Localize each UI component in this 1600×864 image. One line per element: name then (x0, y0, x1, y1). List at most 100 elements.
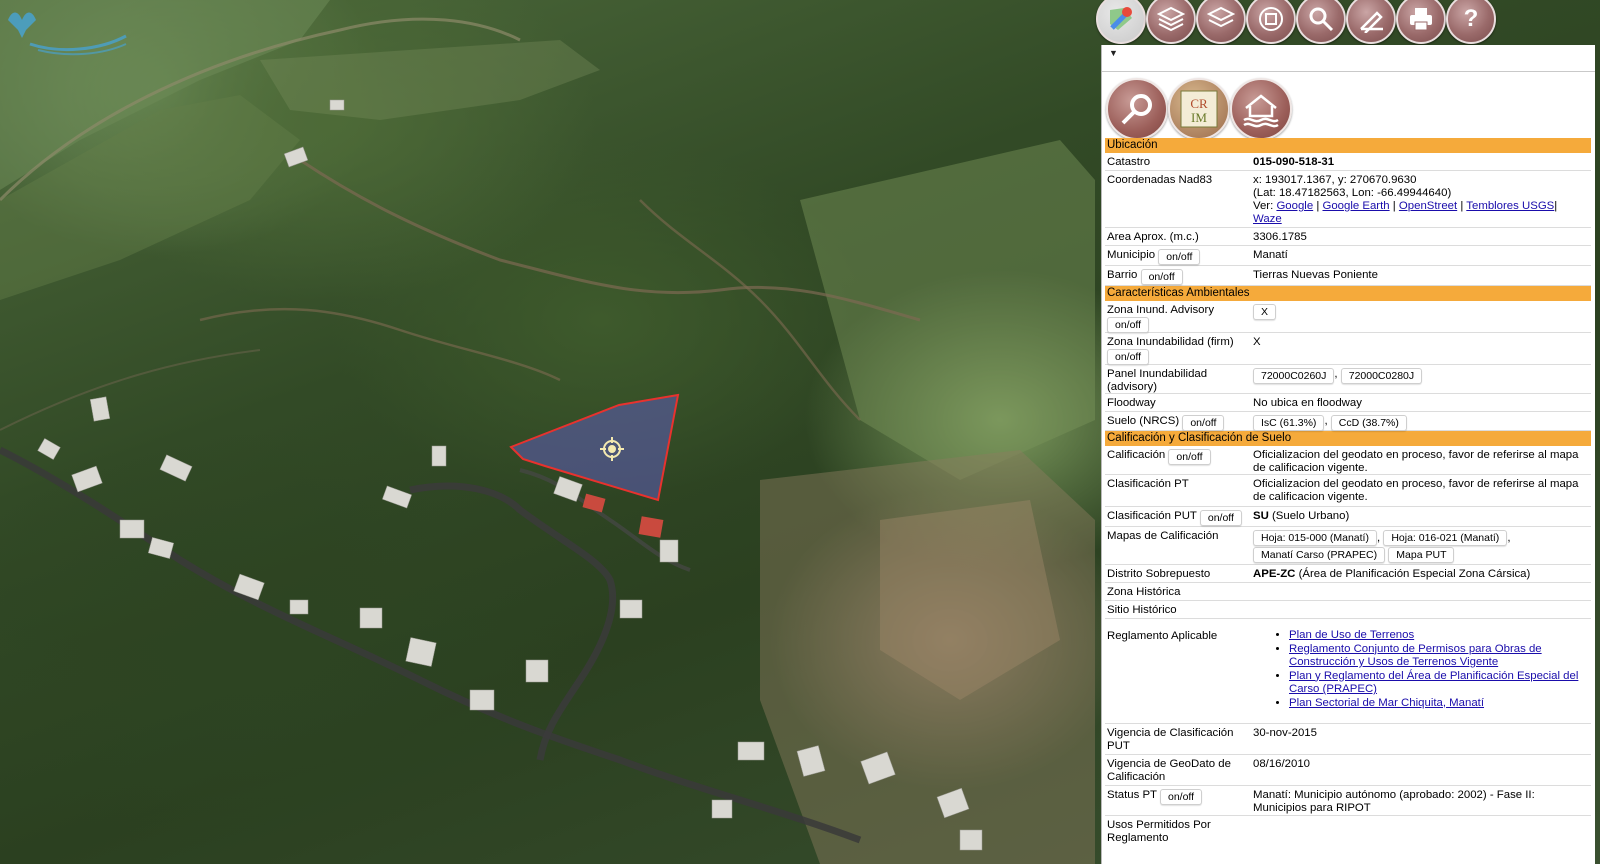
catastro-value: 015-090-518-31 (1253, 156, 1335, 168)
zona-advisory-value: X (1253, 304, 1587, 320)
calificacion-value: Oficializacion del geodato en proceso, f… (1253, 449, 1579, 474)
map-carso-chip[interactable]: Manatí Carso (PRAPEC) (1253, 547, 1386, 563)
clasif-pt-value: Oficializacion del geodato en proceso, f… (1253, 478, 1579, 503)
usos-label: Usos Permitidos Por Reglamento (1107, 819, 1211, 844)
chip-separator: , (1324, 415, 1328, 427)
globe-coordinates-icon[interactable] (1246, 0, 1296, 44)
sitio-historico-label: Sitio Histórico (1107, 604, 1177, 616)
draw-measure-icon[interactable] (1346, 0, 1396, 44)
catastro-label: Catastro (1107, 156, 1151, 168)
status-pt-onoff-button[interactable]: on/off (1159, 789, 1203, 805)
distrito-code: APE-ZC (1253, 568, 1296, 580)
row-distrito: Distrito Sobrepuesto APE-ZC (Área de Pla… (1105, 565, 1591, 583)
link-google[interactable]: Google (1276, 200, 1313, 212)
reglamento-link[interactable]: Plan de Uso de Terrenos (1289, 629, 1414, 641)
flood-house-icon[interactable] (1230, 78, 1292, 140)
clasif-put-onoff-button[interactable]: on/off (1199, 510, 1242, 526)
barrio-value: Tierras Nuevas Poniente (1253, 269, 1378, 281)
row-barrio: Barrio on/off Tierras Nuevas Poniente (1105, 266, 1591, 286)
link-separator: | (1460, 200, 1464, 212)
clasif-put-value: SU (Suelo Urbano) (1253, 510, 1587, 523)
floodway-value: No ubica en floodway (1253, 397, 1362, 409)
zona-advisory-label: Zona Inund. Advisory on/off (1107, 304, 1247, 333)
link-google-earth[interactable]: Google Earth (1322, 200, 1389, 212)
panel-chip[interactable]: 72000C0260J (1253, 368, 1335, 384)
agency-watermark-logo (8, 12, 127, 56)
chip-separator: , (1507, 532, 1511, 544)
floodway-label: Floodway (1107, 397, 1156, 409)
zona-firm-onoff-button[interactable]: on/off (1107, 349, 1150, 365)
crim-logo-icon[interactable]: CR IM (1168, 78, 1230, 140)
vigencia-geo-value: 08/16/2010 (1253, 758, 1311, 770)
row-zona-advisory: Zona Inund. Advisory on/off X (1105, 301, 1591, 333)
row-vigencia-put: Vigencia de Clasificación PUT 30-nov-201… (1105, 724, 1591, 755)
municipio-onoff-button[interactable]: on/off (1158, 249, 1201, 265)
row-catastro: Catastro 015-090-518-31 (1105, 153, 1591, 171)
zona-advisory-chip[interactable]: X (1253, 304, 1277, 320)
zona-advisory-onoff-button[interactable]: on/off (1107, 317, 1150, 333)
reglamento-label: Reglamento Aplicable (1107, 630, 1218, 642)
status-pt-label-text: Status PT (1107, 789, 1157, 801)
clasif-put-code: SU (1253, 510, 1269, 522)
barrio-label: Barrio on/off (1107, 269, 1247, 285)
panel-inund-label: Panel Inundabilidad (advisory) (1107, 368, 1208, 393)
zona-firm-label-text: Zona Inundabilidad (firm) (1107, 336, 1234, 348)
clasif-pt-label: Clasificación PT (1107, 478, 1189, 490)
map-toolbar: ? (1096, 0, 1600, 44)
panel-chip[interactable]: 72000C0280J (1340, 368, 1423, 384)
calificacion-label: Calificación on/off (1107, 449, 1247, 465)
row-mapas: Mapas de Calificación Hoja: 015-000 (Man… (1105, 527, 1591, 565)
clasif-put-label: Clasificación PUT on/off (1107, 510, 1247, 526)
suelo-value: IsC (61.3%), CcD (38.7%) (1253, 415, 1587, 431)
map-sheet-chip[interactable]: Hoja: 016-021 (Manatí) (1383, 530, 1508, 546)
row-panel-inund: Panel Inundabilidad (advisory) 72000C026… (1105, 365, 1591, 394)
row-coordenadas: Coordenadas Nad83 x: 193017.1367, y: 270… (1105, 171, 1591, 228)
row-zona-firm: Zona Inundabilidad (firm) on/off X (1105, 333, 1591, 365)
search-icon[interactable] (1296, 0, 1346, 44)
collapse-caret-icon[interactable]: ▼ (1109, 48, 1118, 58)
row-reglamento: Reglamento Aplicable Plan de Uso de Terr… (1105, 619, 1591, 724)
help-icon[interactable]: ? (1446, 0, 1496, 44)
municipio-value: Manatí (1253, 249, 1288, 261)
status-pt-label: Status PT on/off (1107, 789, 1247, 805)
distrito-value: APE-ZC (Área de Planificación Especial Z… (1253, 568, 1587, 581)
barrio-onoff-button[interactable]: on/off (1140, 269, 1183, 285)
basemap-layers-icon[interactable] (1196, 0, 1246, 44)
zona-firm-label: Zona Inundabilidad (firm) on/off (1107, 336, 1247, 365)
link-temblores-usgs[interactable]: Temblores USGS (1466, 200, 1554, 212)
row-calificacion: Calificación on/off Oficializacion del g… (1105, 446, 1591, 475)
coords-xy: x: 193017.1367, y: 270670.9630 (1253, 174, 1417, 186)
link-openstreet[interactable]: OpenStreet (1399, 200, 1457, 212)
municipio-label-text: Municipio (1107, 249, 1156, 261)
reglamento-link[interactable]: Plan y Reglamento del Área de Planificac… (1289, 670, 1578, 696)
layers-icon[interactable] (1146, 0, 1196, 44)
panel-header-bar: ▼ (1102, 45, 1595, 72)
row-status-pt: Status PT on/off Manatí: Municipio autón… (1105, 786, 1591, 816)
reglamento-link[interactable]: Plan Sectorial de Mar Chiquita, Manatí (1289, 697, 1484, 709)
suelo-onoff-button[interactable]: on/off (1182, 415, 1225, 431)
row-clasif-put: Clasificación PUT on/off SU (Suelo Urban… (1105, 507, 1591, 527)
link-waze[interactable]: Waze (1253, 213, 1282, 225)
row-floodway: Floodway No ubica en floodway (1105, 394, 1591, 412)
map-sheet-chip[interactable]: Hoja: 015-000 (Manatí) (1253, 530, 1377, 546)
suelo-label-text: Suelo (NRCS) (1107, 415, 1180, 427)
coords-links: Ver: Google | Google Earth | OpenStreet … (1253, 200, 1587, 226)
chip-separator: , (1376, 532, 1381, 544)
map-put-chip[interactable]: Mapa PUT (1388, 547, 1455, 563)
mapas-label: Mapas de Calificación (1107, 530, 1219, 542)
search-parcel-icon[interactable] (1106, 78, 1168, 140)
print-icon[interactable] (1396, 0, 1446, 44)
mapas-value: Hoja: 015-000 (Manatí), Hoja: 016-021 (M… (1253, 530, 1587, 564)
clasif-put-label-text: Clasificación PUT (1107, 510, 1197, 522)
distrito-desc: (Área de Planificación Especial Zona Cár… (1298, 568, 1531, 580)
soil-chip[interactable]: CcD (38.7%) (1330, 415, 1407, 431)
vigencia-geo-label: Vigencia de GeoDato de Calificación (1107, 758, 1231, 783)
calificacion-onoff-button[interactable]: on/off (1168, 449, 1211, 465)
reglamento-link[interactable]: Reglamento Conjunto de Permisos para Obr… (1289, 643, 1542, 669)
row-municipio: Municipio on/off Manatí (1105, 246, 1591, 266)
soil-chip[interactable]: IsC (61.3%) (1253, 415, 1325, 431)
row-clasif-pt: Clasificación PT Oficializacion del geod… (1105, 475, 1591, 507)
status-pt-value: Manatí: Municipio autónomo (aprobado: 20… (1253, 789, 1535, 814)
section-calificacion: Calificación y Clasificación de Suelo (1105, 431, 1591, 446)
google-maps-icon[interactable] (1096, 0, 1146, 44)
